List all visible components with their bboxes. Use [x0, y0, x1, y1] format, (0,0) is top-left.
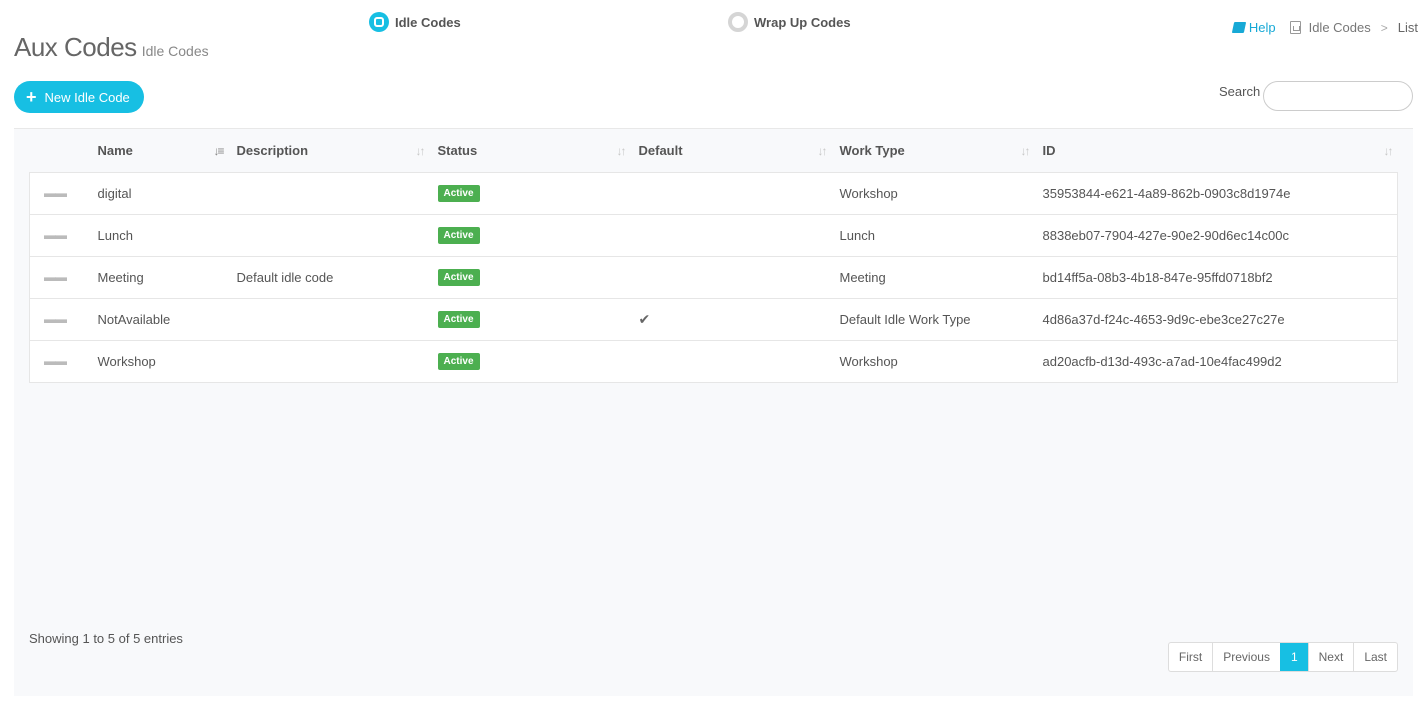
search-input[interactable] — [1263, 81, 1413, 111]
table-row[interactable]: ▬▬ digital Active Workshop 35953844-e621… — [29, 172, 1398, 214]
sort-icon: ↓↑ — [616, 144, 627, 158]
new-idle-code-label: New Idle Code — [44, 89, 130, 105]
cell-id: 4d86a37d-f24c-4653-9d9c-ebe3ce27c27e — [1042, 311, 1285, 327]
cell-status: Active — [430, 298, 631, 340]
cell-description — [229, 172, 430, 214]
search-label: Search — [1219, 84, 1261, 99]
page-next-button[interactable]: Next — [1307, 643, 1354, 671]
column-default[interactable]: Default ↓↑ — [631, 129, 832, 172]
help-link[interactable]: Help — [1231, 20, 1276, 35]
breadcrumb-separator: > — [1380, 20, 1388, 35]
pagination: First Previous 1 Next Last — [1167, 642, 1398, 672]
cell-default — [631, 340, 832, 382]
row-handle-icon[interactable]: ▬▬ — [30, 256, 90, 298]
status-badge: Active — [437, 311, 480, 328]
cell-description — [229, 340, 430, 382]
status-badge: Active — [437, 353, 480, 370]
cell-name: Lunch — [97, 227, 133, 243]
plus-icon: + — [26, 87, 37, 107]
page-current-button[interactable]: 1 — [1279, 643, 1308, 671]
status-badge: Active — [437, 185, 480, 202]
cell-work-type: Meeting — [839, 269, 886, 285]
row-handle-icon[interactable]: ▬▬ — [30, 340, 90, 382]
sort-icon: ↓↑ — [1383, 144, 1394, 158]
table-info: Showing 1 to 5 of 5 entries — [29, 631, 183, 646]
table-row[interactable]: ▬▬ Meeting Default idle code Active Meet… — [29, 256, 1398, 298]
column-handle — [30, 129, 90, 172]
cell-default — [631, 256, 832, 298]
cell-default — [631, 172, 832, 214]
cell-work-type: Workshop — [839, 185, 898, 201]
cell-status: Active — [430, 172, 631, 214]
cell-description — [229, 298, 430, 340]
sort-icon: ↓↑ — [1020, 144, 1031, 158]
sort-icon: ↓↑ — [817, 144, 828, 158]
column-status[interactable]: Status ↓↑ — [430, 129, 631, 172]
status-badge: Active — [437, 227, 480, 244]
cell-status: Active — [430, 214, 631, 256]
table-row[interactable]: ▬▬ Lunch Active Lunch 8838eb07-7904-427e… — [29, 214, 1398, 256]
cell-description — [229, 214, 430, 256]
book-icon — [1231, 22, 1247, 33]
cell-name: Workshop — [97, 353, 156, 369]
cell-status: Active — [430, 256, 631, 298]
table-header-row: Name ↓≡ Description ↓↑ Status ↓↑ Default ↓↑ … — [30, 129, 1398, 172]
row-handle-icon[interactable]: ▬▬ — [30, 172, 90, 214]
breadcrumb: Help Idle Codes > List — [1231, 20, 1418, 35]
cell-id: 35953844-e621-4a89-862b-0903c8d1974e — [1042, 185, 1291, 201]
sort-icon: ↓↑ — [415, 144, 426, 158]
tab-idle-codes-label: Idle Codes — [395, 14, 461, 30]
cell-status: Active — [430, 340, 631, 382]
cell-work-type: Workshop — [839, 353, 898, 369]
page-previous-button[interactable]: Previous — [1212, 643, 1280, 671]
column-description[interactable]: Description ↓↑ — [229, 129, 430, 172]
check-icon: ✔ — [638, 310, 651, 327]
tab-wrap-up-codes[interactable]: Wrap Up Codes — [728, 12, 851, 32]
breadcrumb-current: List — [1397, 20, 1418, 35]
cell-id: ad20acfb-d13d-493c-a7ad-10e4fac499d2 — [1042, 353, 1282, 369]
cell-id: bd14ff5a-08b3-4b18-847e-95ffd0718bf2 — [1042, 269, 1273, 285]
cell-id: 8838eb07-7904-427e-90e2-90d6ec14c00c — [1042, 227, 1290, 243]
help-label: Help — [1248, 20, 1276, 35]
new-idle-code-button[interactable]: + New Idle Code — [14, 81, 144, 113]
cell-name: NotAvailable — [97, 311, 171, 327]
row-handle-icon[interactable]: ▬▬ — [30, 298, 90, 340]
tab-wrap-up-codes-label: Wrap Up Codes — [754, 14, 851, 30]
page-title: Aux Codes Idle Codes — [14, 32, 209, 63]
page-last-button[interactable]: Last — [1353, 643, 1397, 671]
status-badge: Active — [437, 269, 480, 286]
page-subtitle: Idle Codes — [141, 43, 209, 59]
radio-unselected-icon — [728, 12, 748, 32]
sort-asc-icon: ↓≡ — [213, 144, 224, 158]
column-name[interactable]: Name ↓≡ — [90, 129, 229, 172]
table-row[interactable]: ▬▬ Workshop Active Workshop ad20acfb-d13… — [29, 340, 1398, 382]
cell-default: ✔ — [631, 298, 832, 340]
table-row[interactable]: ▬▬ NotAvailable Active ✔ Default Idle Wo… — [29, 298, 1398, 340]
idle-codes-table: Name ↓≡ Description ↓↑ Status ↓↑ Default ↓↑ … — [29, 129, 1398, 383]
cell-work-type: Default Idle Work Type — [839, 311, 971, 327]
breadcrumb-section[interactable]: Idle Codes — [1309, 20, 1371, 35]
cell-name: Meeting — [97, 269, 144, 285]
column-id[interactable]: ID ↓↑ — [1035, 129, 1398, 172]
tab-idle-codes[interactable]: Idle Codes — [369, 12, 461, 32]
cell-work-type: Lunch — [839, 227, 875, 243]
page-first-button[interactable]: First — [1169, 643, 1212, 671]
cell-description: Default idle code — [236, 269, 334, 285]
radio-selected-icon — [369, 12, 389, 32]
document-icon — [1289, 21, 1301, 34]
row-handle-icon[interactable]: ▬▬ — [30, 214, 90, 256]
column-work-type[interactable]: Work Type ↓↑ — [832, 129, 1035, 172]
cell-name: digital — [97, 185, 132, 201]
table-panel: Name ↓≡ Description ↓↑ Status ↓↑ Default ↓↑ … — [14, 128, 1413, 696]
cell-default — [631, 214, 832, 256]
page-title-main: Aux Codes — [14, 32, 137, 62]
